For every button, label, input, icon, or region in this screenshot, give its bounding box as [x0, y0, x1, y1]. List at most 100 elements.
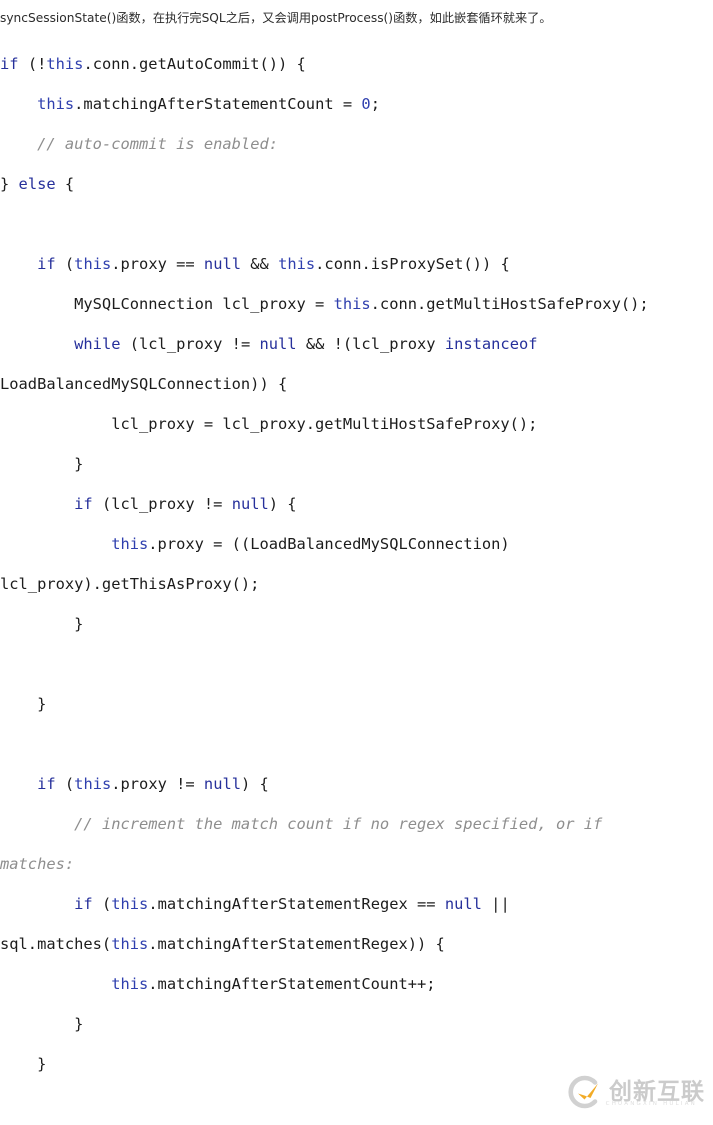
code-token-this: this: [111, 975, 149, 993]
code-token-plain: (: [92, 895, 112, 913]
code-token-this: this: [111, 895, 149, 913]
code-token-plain: }: [0, 455, 84, 473]
code-line: this.matchingAfterStatementCount++;: [0, 964, 713, 1004]
code-token-plain: .proxy !=: [111, 775, 204, 793]
code-line: }: [0, 604, 713, 644]
code-token-this: this: [74, 255, 112, 273]
code-token-plain: }: [0, 1015, 84, 1033]
code-line: } else {: [0, 164, 713, 204]
code-token-plain: }: [0, 615, 84, 633]
code-token-com: // auto-commit is enabled:: [37, 135, 278, 153]
code-token-plain: .conn.getMultiHostSafeProxy();: [370, 295, 649, 313]
code-line: }: [0, 684, 713, 724]
code-token-this: this: [37, 95, 75, 113]
code-line: }: [0, 1004, 713, 1044]
code-line: if (this.proxy == null && this.conn.isPr…: [0, 244, 713, 284]
code-token-plain: ;: [370, 95, 380, 113]
code-token-plain: ||: [481, 895, 510, 913]
code-line: this.proxy = ((LoadBalancedMySQLConnecti…: [0, 524, 713, 564]
code-token-plain: .conn.getAutoCommit()) {: [83, 55, 306, 73]
code-token-this: this: [111, 535, 149, 553]
code-line: if (this.proxy != null) {: [0, 764, 713, 804]
code-token-plain: .conn.isProxySet()) {: [315, 255, 510, 273]
code-token-plain: sql.matches(: [0, 935, 112, 953]
code-token-kw: null: [259, 335, 297, 353]
code-token-plain: && !(lcl_proxy: [296, 335, 445, 353]
code-token-kw: null: [231, 495, 269, 513]
code-token-plain: (lcl_proxy !=: [120, 335, 260, 353]
code-token-kw: if: [0, 55, 19, 73]
code-line: sql.matches(this.matchingAfterStatementR…: [0, 924, 713, 964]
code-token-plain: .proxy = ((LoadBalancedMySQLConnection): [148, 535, 510, 553]
code-token-kw: while: [74, 335, 121, 353]
code-token-this: this: [278, 255, 316, 273]
code-token-plain: .matchingAfterStatementRegex)) {: [148, 935, 445, 953]
code-line: if (this.matchingAfterStatementRegex == …: [0, 884, 713, 924]
code-token-com: // increment the match count if no regex…: [74, 815, 603, 833]
code-token-plain: {: [55, 175, 75, 193]
code-token-kw: if: [37, 775, 56, 793]
code-token-plain: }: [0, 695, 47, 713]
code-token-kw: null: [203, 255, 241, 273]
code-token-plain: .matchingAfterStatementCount =: [74, 95, 362, 113]
code-token-plain: (: [55, 775, 75, 793]
code-token-plain: .matchingAfterStatementRegex ==: [148, 895, 445, 913]
code-token-plain: LoadBalancedMySQLConnection)) {: [0, 375, 288, 393]
code-token-plain: &&: [241, 255, 279, 273]
code-token-kw: instanceof: [444, 335, 538, 353]
code-block: if (!this.conn.getAutoCommit()) { this.m…: [0, 44, 713, 1084]
code-token-kw: null: [203, 775, 241, 793]
code-token-kw: if: [37, 255, 56, 273]
code-line: if (!this.conn.getAutoCommit()) {: [0, 44, 713, 84]
code-line: LoadBalancedMySQLConnection)) {: [0, 364, 713, 404]
code-token-this: this: [333, 295, 371, 313]
code-token-plain: (: [55, 255, 75, 273]
code-line: lcl_proxy).getThisAsProxy();: [0, 564, 713, 604]
code-token-kw: else: [18, 175, 56, 193]
code-token-com: matches:: [0, 855, 75, 873]
code-line: matches:: [0, 844, 713, 884]
code-token-plain: .proxy ==: [111, 255, 204, 273]
code-token-plain: (!: [18, 55, 47, 73]
code-token-kw: null: [444, 895, 482, 913]
code-token-this: this: [111, 935, 149, 953]
intro-paragraph: syncSessionState()函数，在执行完SQL之后，又会调用postP…: [0, 11, 552, 25]
code-line: // increment the match count if no regex…: [0, 804, 713, 844]
code-token-kw: if: [74, 895, 93, 913]
code-token-plain: ) {: [241, 775, 269, 793]
code-token-plain: }: [0, 175, 19, 193]
code-token-this: this: [74, 775, 112, 793]
watermark: 创新互联 CHUANGXIN HULIAN: [565, 1073, 705, 1111]
code-token-plain: ) {: [268, 495, 297, 513]
code-token-plain: lcl_proxy = lcl_proxy.getMultiHostSafePr…: [0, 415, 538, 433]
code-token-this: this: [46, 55, 84, 73]
code-token-plain: lcl_proxy).getThisAsProxy();: [0, 575, 260, 593]
code-line: lcl_proxy = lcl_proxy.getMultiHostSafePr…: [0, 404, 713, 444]
code-token-plain: }: [0, 1055, 47, 1073]
circle-check-swoosh-icon: [565, 1073, 603, 1111]
code-token-plain: (lcl_proxy !=: [92, 495, 232, 513]
code-line: }: [0, 444, 713, 484]
watermark-sub-text: CHUANGXIN HULIAN: [605, 1101, 697, 1107]
code-line: this.matchingAfterStatementCount = 0;: [0, 84, 713, 124]
code-line: MySQLConnection lcl_proxy = this.conn.ge…: [0, 284, 713, 324]
code-token-plain: MySQLConnection lcl_proxy =: [0, 295, 334, 313]
code-token-num: 0: [361, 95, 371, 113]
code-line: while (lcl_proxy != null && !(lcl_proxy …: [0, 324, 713, 364]
code-token-kw: if: [74, 495, 93, 513]
code-token-plain: .matchingAfterStatementCount++;: [148, 975, 436, 993]
code-line: if (lcl_proxy != null) {: [0, 484, 713, 524]
